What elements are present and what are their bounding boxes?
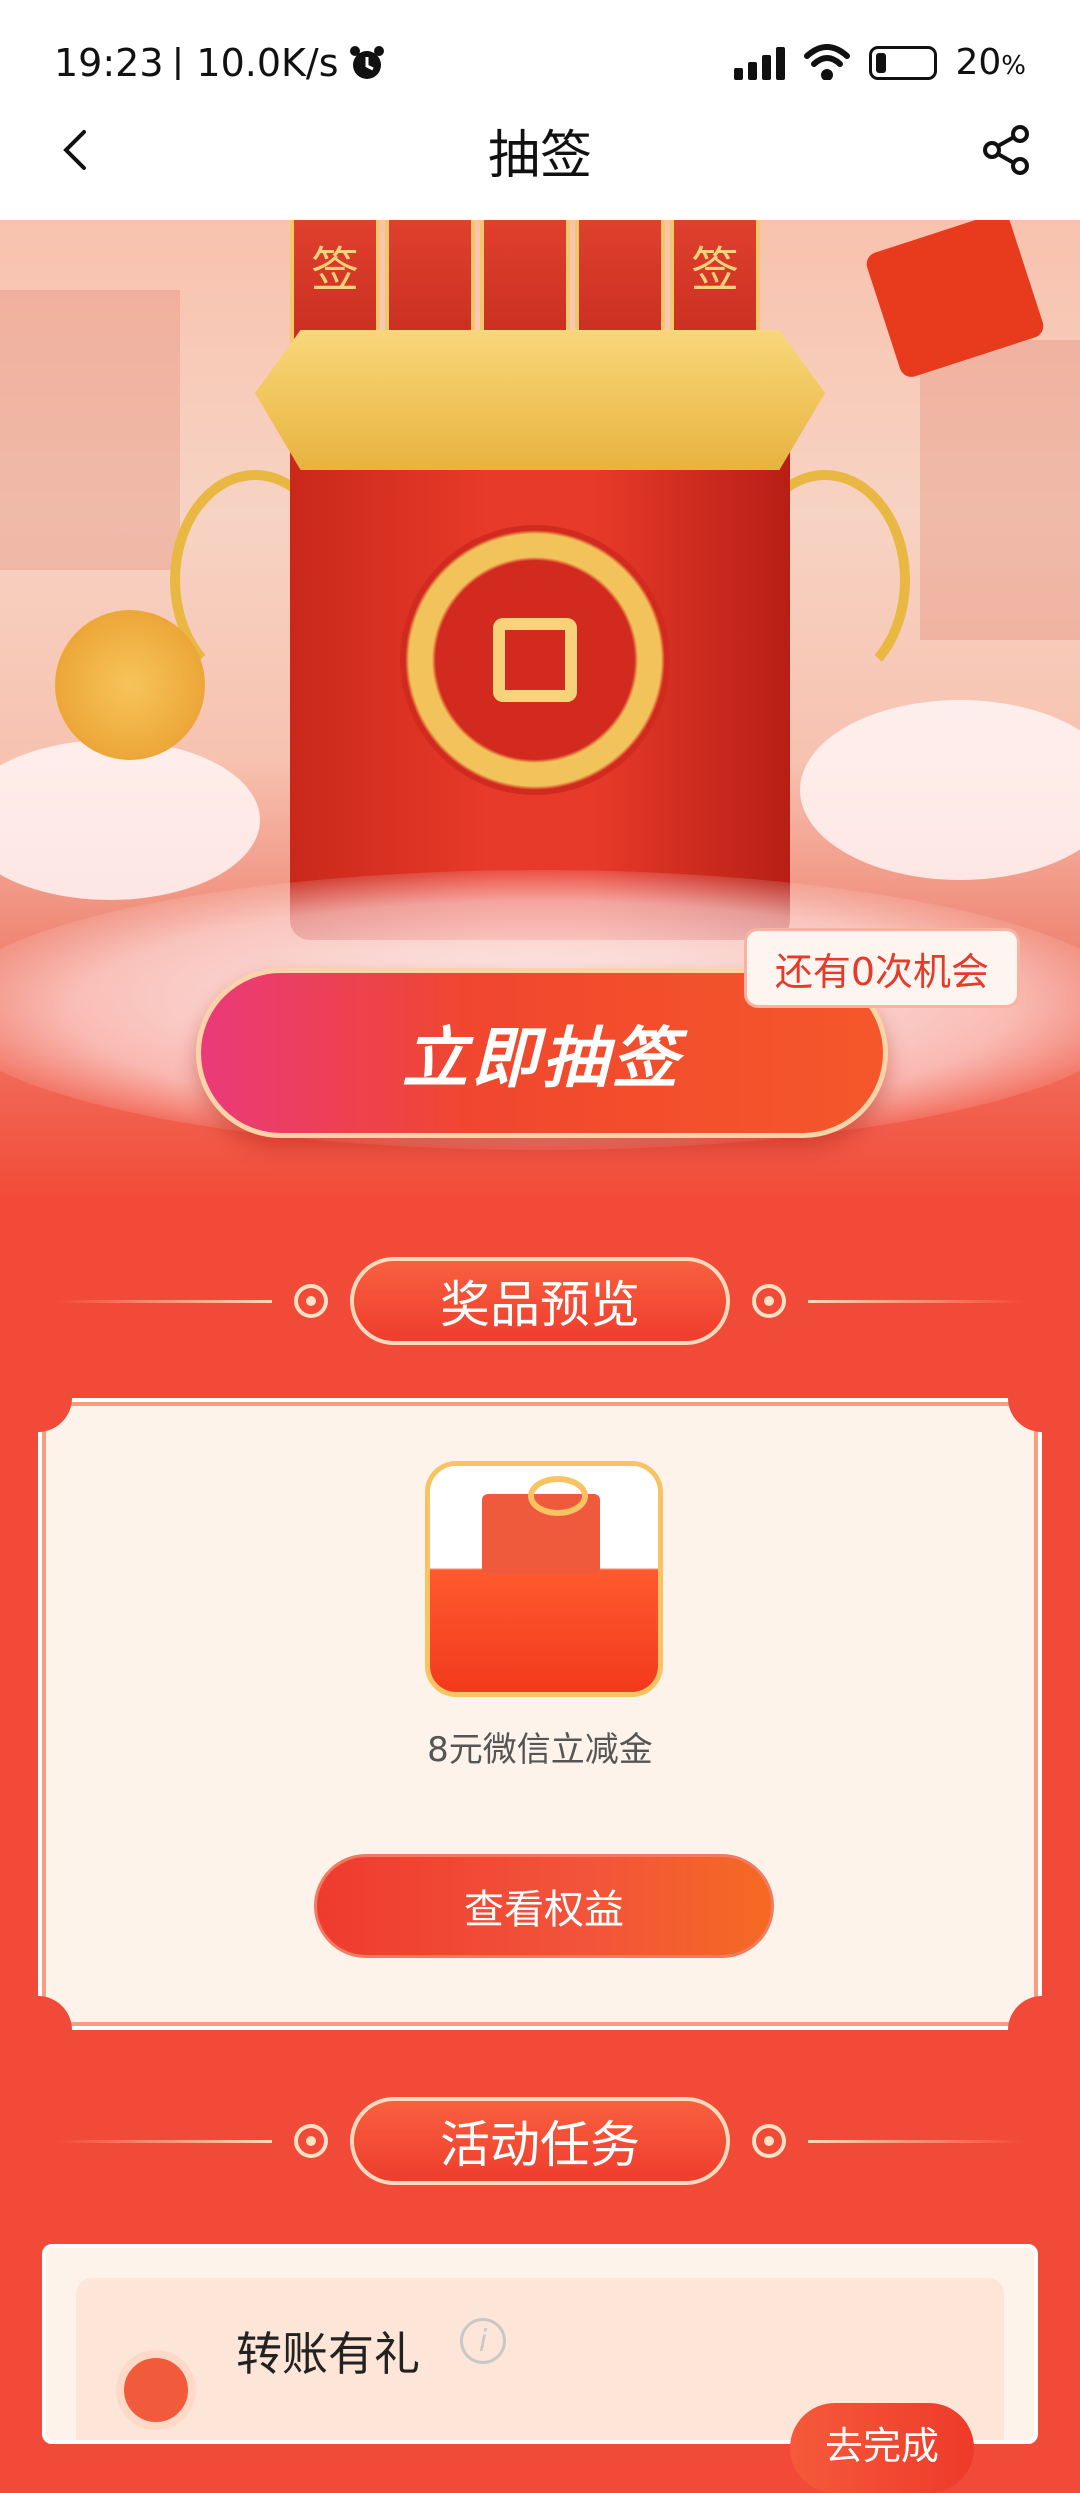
chances-badge: 还有0次机会 [743,928,1020,1008]
wifi-icon [804,43,851,81]
task-section-header: 活动任务 [0,2096,1080,2186]
prize-card: 8元微信立减金 查看权益 [38,1398,1042,2030]
bank-logo-center [493,618,577,702]
status-net-speed: | 10.0K/s [171,40,339,85]
signal-icon [734,46,786,80]
divider [808,1299,1023,1303]
share-icon[interactable] [980,124,1032,176]
gift-ribbon-icon [528,1476,588,1516]
fortune-jar-lid [255,330,825,470]
alarm-icon [349,45,384,79]
pavilion-left [0,290,180,570]
gift-envelope-icon [430,1466,658,1692]
prize-section-header: 奖品预览 [0,1256,1080,1346]
view-benefits-button[interactable]: 查看权益 [314,1854,774,1958]
task-title: 转账有礼 [236,2327,420,2381]
nav-bar: 抽签 [0,80,1080,220]
prize-section-title: 奖品预览 [350,1257,730,1345]
divider [57,2139,272,2143]
transfer-icon [116,2350,196,2430]
gold-coin-icon [55,610,205,760]
prize-name: 8元微信立减金 [427,1730,653,1770]
card-corner [38,1398,72,1432]
pavilion-right [920,340,1080,640]
task-complete-button[interactable]: 去完成 [790,2403,974,2493]
ornament-icon [752,2124,786,2158]
card-corner [1008,1996,1042,2030]
divider [57,1299,272,1303]
chevron-left-icon[interactable] [52,126,100,174]
ornament-icon [294,1284,328,1318]
task-section-title: 活动任务 [350,2097,730,2185]
status-right: 20% [734,42,1026,83]
battery-icon [869,45,938,80]
battery-percent: 20% [955,42,1026,83]
ornament-icon [294,2124,328,2158]
draw-button-label: 立即抽签 [402,1020,682,1097]
status-left: 19:23 | 10.0K/s [54,41,387,85]
ornament-icon [752,1284,786,1318]
task-item: 转账有礼 i 去完成 [76,2278,1004,2493]
card-corner [38,1996,72,2030]
page-title: 抽签 [487,125,592,186]
cloud-right [800,700,1080,880]
divider [808,2139,1023,2143]
card-corner [1008,1398,1042,1432]
info-icon[interactable]: i [460,2318,506,2364]
status-time: 19:23 [54,40,164,85]
cloud-left [0,740,260,900]
task-card: 转账有礼 i 去完成 [42,2244,1038,2493]
